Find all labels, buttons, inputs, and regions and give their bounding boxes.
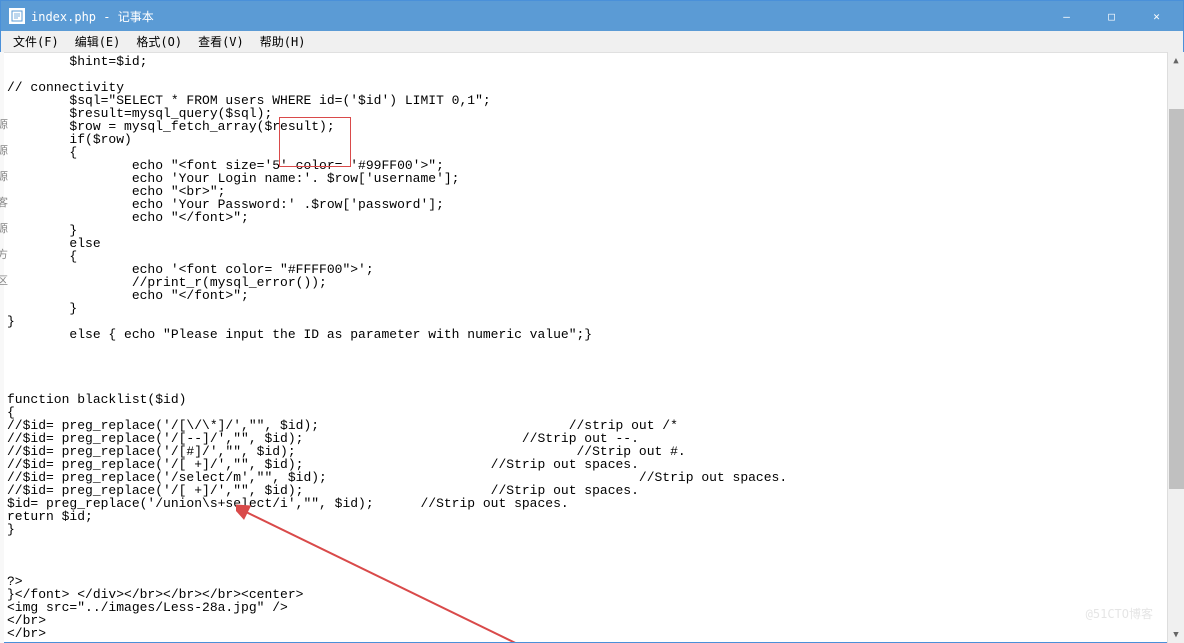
notepad-window: index.php - 记事本 — □ ✕ 文件(F) 编辑(E) 格式(O) …: [0, 0, 1184, 643]
title-bar[interactable]: index.php - 记事本 — □ ✕: [1, 1, 1183, 31]
notepad-icon: [9, 8, 25, 24]
editor-content-area: $hint=$id; // connectivity $sql="SELECT …: [1, 53, 1183, 642]
close-button[interactable]: ✕: [1134, 2, 1179, 30]
maximize-button[interactable]: □: [1089, 2, 1134, 30]
menu-file[interactable]: 文件(F): [5, 31, 67, 52]
left-gutter: 源 源 源 客 源 方 区: [0, 52, 4, 643]
menu-bar: 文件(F) 编辑(E) 格式(O) 查看(V) 帮助(H): [1, 31, 1183, 53]
vertical-scrollbar[interactable]: ▲ ▼: [1167, 52, 1184, 643]
scroll-up-button[interactable]: ▲: [1168, 52, 1184, 69]
menu-edit[interactable]: 编辑(E): [67, 31, 129, 52]
window-title: index.php - 记事本: [31, 8, 1044, 25]
watermark-text: @51CTO博客: [1086, 605, 1153, 622]
scroll-thumb[interactable]: [1169, 109, 1184, 489]
menu-format[interactable]: 格式(O): [128, 31, 190, 52]
gutter-marks: 源 源 源 客 源 方 区: [0, 112, 8, 294]
scroll-down-button[interactable]: ▼: [1168, 626, 1184, 643]
text-editor[interactable]: $hint=$id; // connectivity $sql="SELECT …: [1, 53, 1183, 642]
menu-help[interactable]: 帮助(H): [252, 31, 314, 52]
minimize-button[interactable]: —: [1044, 2, 1089, 30]
menu-view[interactable]: 查看(V): [190, 31, 252, 52]
window-controls: — □ ✕: [1044, 2, 1179, 30]
